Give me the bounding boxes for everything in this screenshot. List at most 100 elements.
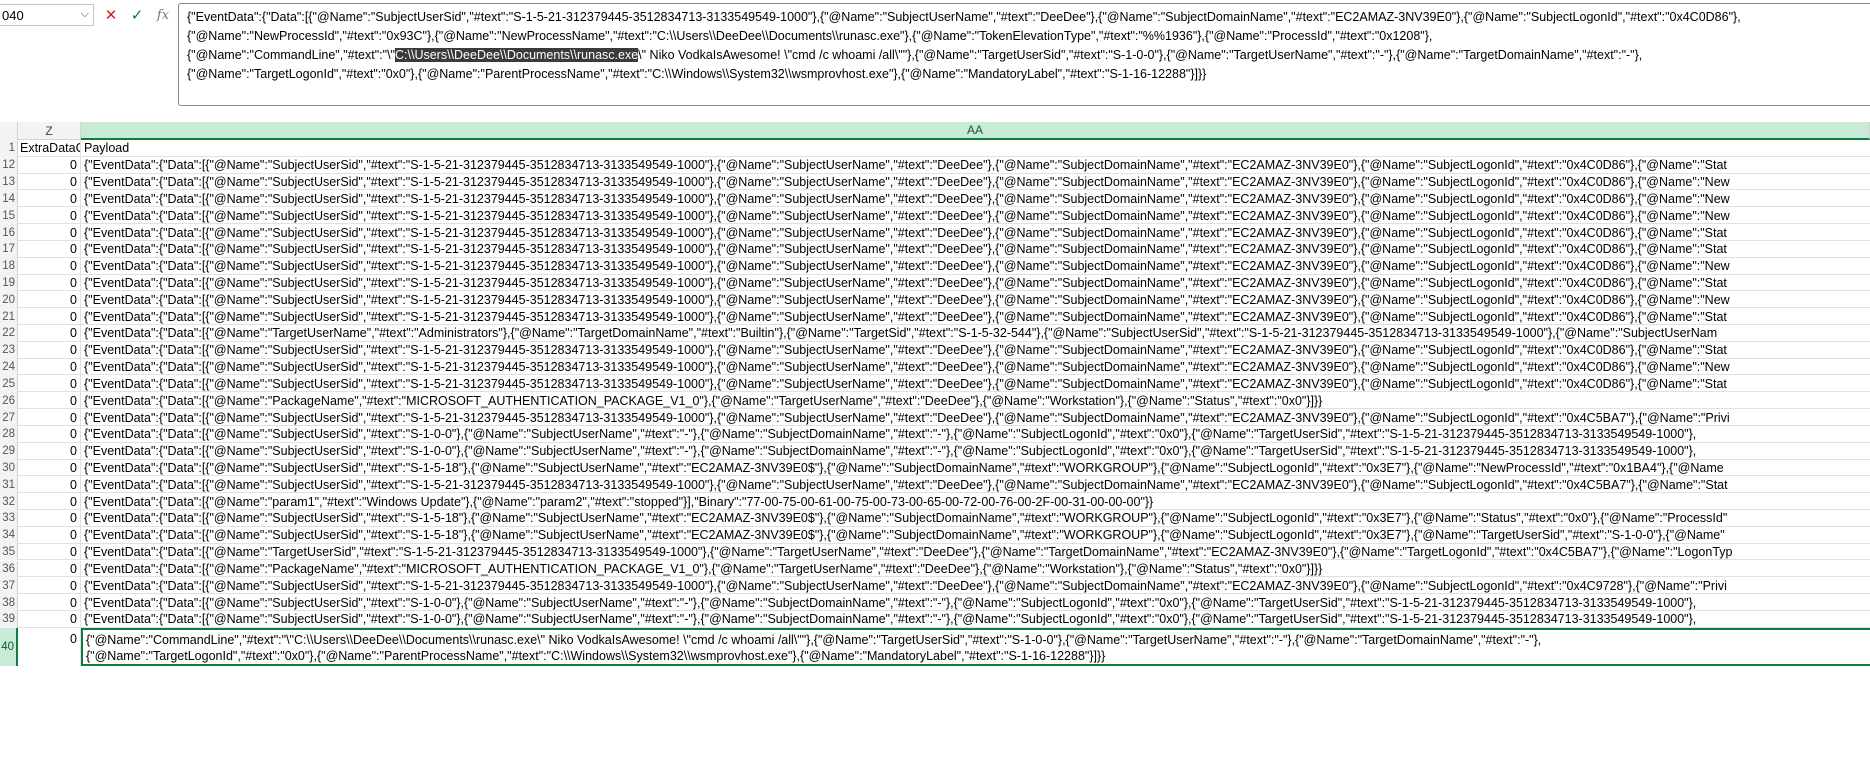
row-header[interactable]: 24 [0,358,18,376]
row-header[interactable]: 15 [0,207,18,225]
row-header[interactable]: 32 [0,493,18,511]
cell-aa[interactable]: {"EventData":{"Data":[{"@Name":"SubjectU… [81,426,1870,443]
row-header[interactable]: 21 [0,308,18,325]
cell-z[interactable]: 0 [18,425,81,443]
cell-z[interactable]: 0 [18,476,81,494]
row-header[interactable]: 28 [0,425,18,443]
row-header[interactable]: 25 [0,375,18,393]
cell-aa[interactable]: {"EventData":{"Data":[{"@Name":"param1",… [81,493,1870,510]
cell-aa[interactable]: {"EventData":{"Data":[{"@Name":"SubjectU… [81,291,1870,308]
cell-aa[interactable]: {"EventData":{"Data":[{"@Name":"SubjectU… [81,275,1870,292]
cell-z[interactable]: 0 [18,325,81,342]
cell-aa[interactable]: {"EventData":{"Data":[{"@Name":"SubjectU… [81,594,1870,611]
cell-aa[interactable]: {"EventData":{"Data":[{"@Name":"SubjectU… [81,224,1870,241]
cell-z[interactable]: 0 [18,526,81,544]
row-header[interactable]: 18 [0,257,18,275]
cell-z[interactable]: 0 [18,173,81,191]
cell-aa[interactable]: {"EventData":{"Data":[{"@Name":"SubjectU… [81,443,1870,460]
row-header[interactable]: 17 [0,240,18,258]
cell-z[interactable]: ExtraDataC [18,140,81,157]
cell-z[interactable]: 0 [18,610,81,628]
cell-aa[interactable]: {"EventData":{"Data":[{"@Name":"SubjectU… [81,527,1870,544]
cell-z[interactable]: 0 [18,207,81,225]
cell-z[interactable]: 0 [18,190,81,208]
cell-z[interactable]: 0 [18,594,81,611]
row-header[interactable]: 38 [0,594,18,611]
cell-aa[interactable]: {"EventData":{"Data":[{"@Name":"SubjectU… [81,258,1870,275]
cell-z[interactable]: 0 [18,392,81,410]
row-header[interactable]: 12 [0,156,18,174]
cell-z[interactable]: 0 [18,224,81,241]
cell-z[interactable]: 0 [18,543,81,561]
cell-z[interactable]: 0 [18,493,81,511]
row-header[interactable]: 39 [0,610,18,628]
row-header[interactable]: 26 [0,392,18,410]
cell-z[interactable]: 0 [18,308,81,325]
row-header[interactable]: 1 [0,140,18,157]
chevron-down-icon[interactable]: ⌵ [81,8,89,21]
cancel-icon[interactable]: ✕ [102,6,120,24]
cell-z[interactable]: 0 [18,409,81,426]
row-header[interactable]: 22 [0,325,18,342]
row-header[interactable]: 29 [0,442,18,460]
cell-aa[interactable]: {"EventData":{"Data":[{"@Name":"SubjectU… [81,241,1870,258]
row-header[interactable]: 31 [0,476,18,494]
row-header[interactable]: 30 [0,459,18,477]
row-header[interactable]: 13 [0,173,18,191]
row-header[interactable]: 36 [0,560,18,578]
row-header[interactable]: 27 [0,409,18,426]
cell-z[interactable]: 0 [18,459,81,477]
cell-aa[interactable]: {"EventData":{"Data":[{"@Name":"SubjectU… [81,375,1870,392]
formula-input[interactable]: {"EventData":{"Data":[{"@Name":"SubjectU… [178,3,1870,106]
name-box[interactable]: 040 ⌵ [0,4,94,26]
cell-aa[interactable]: {"EventData":{"Data":[{"@Name":"TargetUs… [81,325,1870,342]
row-header[interactable]: 20 [0,291,18,309]
cell-aa[interactable]: {"EventData":{"Data":[{"@Name":"TargetUs… [81,544,1870,561]
cell-aa[interactable]: {"EventData":{"Data":[{"@Name":"SubjectU… [81,359,1870,376]
row-header[interactable]: 34 [0,526,18,544]
cell-aa[interactable]: {"EventData":{"Data":[{"@Name":"SubjectU… [81,611,1870,628]
row-header[interactable]: 19 [0,274,18,292]
cell-aa[interactable]: {"EventData":{"Data":[{"@Name":"SubjectU… [81,207,1870,224]
cell-z[interactable]: 0 [18,341,81,359]
row-header[interactable]: 33 [0,510,18,527]
cell-aa[interactable]: {"EventData":{"Data":[{"@Name":"SubjectU… [81,476,1870,493]
cell-z[interactable]: 0 [18,510,81,527]
select-all-corner[interactable] [0,122,18,140]
cell-aa[interactable]: {"EventData":{"Data":[{"@Name":"SubjectU… [81,460,1870,477]
cell-z[interactable]: 0 [18,156,81,174]
cell-z[interactable]: 0 [18,274,81,292]
cell-aa[interactable]: {"EventData":{"Data":[{"@Name":"PackageN… [81,561,1870,578]
cell-aa[interactable]: {"EventData":{"Data":[{"@Name":"SubjectU… [81,308,1870,325]
row-header[interactable]: 37 [0,577,18,595]
active-cell-aa[interactable]: {"@Name":"CommandLine","#text":"\"C:\\Us… [81,627,1870,666]
cell-aa[interactable]: {"EventData":{"Data":[{"@Name":"SubjectU… [81,342,1870,359]
row-header[interactable]: 35 [0,543,18,561]
cell-aa[interactable]: {"EventData":{"Data":[{"@Name":"SubjectU… [81,577,1870,594]
cell-aa[interactable]: {"EventData":{"Data":[{"@Name":"SubjectU… [81,510,1870,527]
cell-z[interactable]: 0 [18,560,81,578]
cell-aa[interactable]: {"EventData":{"Data":[{"@Name":"SubjectU… [81,190,1870,207]
cell-z[interactable]: 0 [18,240,81,258]
cell-z[interactable]: 0 [18,257,81,275]
row-header[interactable]: 40 [0,627,18,666]
cell-aa[interactable]: {"EventData":{"Data":[{"@Name":"SubjectU… [81,157,1870,174]
cell-aa[interactable]: Payload [81,140,1870,157]
column-header-aa[interactable]: AA [81,122,1870,140]
enter-icon[interactable]: ✓ [128,6,146,24]
insert-function-icon[interactable]: fx [154,6,172,24]
cell-z[interactable]: 0 [18,375,81,393]
table-row: 29 0 {"EventData":{"Data":[{"@Name":"Subje… [0,442,1870,460]
cell-aa[interactable]: {"EventData":{"Data":[{"@Name":"PackageN… [81,392,1870,409]
cell-z[interactable]: 0 [18,577,81,595]
cell-z[interactable]: 0 [18,291,81,309]
column-header-z[interactable]: Z [18,122,81,140]
row-header[interactable]: 14 [0,190,18,208]
cell-z[interactable]: 0 [18,442,81,460]
cell-aa[interactable]: {"EventData":{"Data":[{"@Name":"SubjectU… [81,409,1870,426]
cell-aa[interactable]: {"EventData":{"Data":[{"@Name":"SubjectU… [81,174,1870,191]
row-header[interactable]: 16 [0,224,18,241]
row-header[interactable]: 23 [0,341,18,359]
cell-z[interactable]: 0 [18,627,81,666]
cell-z[interactable]: 0 [18,358,81,376]
